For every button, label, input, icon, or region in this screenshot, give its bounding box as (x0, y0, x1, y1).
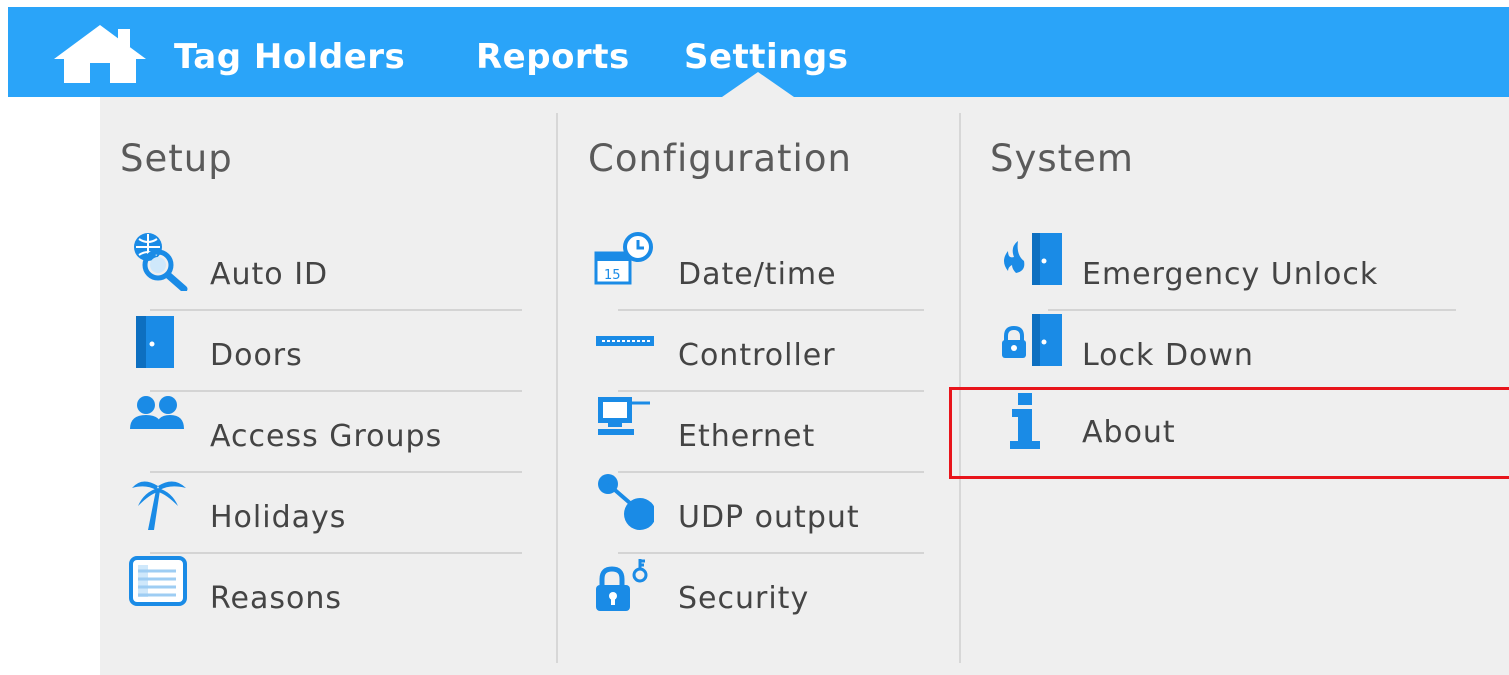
udp-output-icon (594, 474, 656, 534)
nav-tag-holders[interactable]: Tag Holders (174, 37, 405, 77)
menu-item-label: Holidays (210, 500, 347, 535)
item-divider (150, 552, 522, 554)
menu-item-doors[interactable]: Doors (128, 312, 528, 392)
nav-reports[interactable]: Reports (476, 37, 630, 77)
door-icon (128, 312, 188, 372)
item-divider (618, 552, 924, 554)
calendar-clock-icon: 15 (594, 231, 654, 291)
menu-item-security[interactable]: Security (594, 555, 934, 635)
system-heading: System (990, 137, 1134, 180)
menu-item-controller[interactable]: Controller (594, 312, 934, 392)
menu-item-label: Lock Down (1082, 338, 1254, 373)
emergency-unlock-icon (998, 231, 1062, 291)
menu-item-label: UDP output (678, 500, 860, 535)
item-divider (150, 309, 522, 311)
menu-item-udp-output[interactable]: UDP output (594, 474, 934, 554)
menu-item-label: Access Groups (210, 419, 443, 454)
menu-item-label: Security (678, 581, 810, 616)
menu-item-label: Doors (210, 338, 303, 373)
access-groups-icon (128, 393, 188, 453)
auto-id-icon (128, 231, 188, 293)
item-divider (618, 390, 924, 392)
item-divider (150, 471, 522, 473)
nav-settings[interactable]: Settings (684, 37, 849, 77)
lock-key-icon (594, 555, 654, 615)
menu-item-holidays[interactable]: Holidays (128, 474, 528, 554)
item-divider (150, 390, 522, 392)
lock-down-icon (998, 312, 1062, 372)
configuration-heading: Configuration (588, 137, 852, 180)
svg-text:15: 15 (604, 268, 621, 283)
menu-item-label: Controller (678, 338, 836, 373)
menu-item-label: Ethernet (678, 419, 816, 454)
about-highlight-box (949, 387, 1509, 479)
reasons-list-icon (128, 555, 188, 615)
menu-item-date-time[interactable]: 15 Date/time (594, 231, 934, 311)
menu-item-label: Date/time (678, 257, 837, 292)
column-divider (556, 113, 558, 663)
palm-tree-icon (128, 474, 188, 534)
menu-item-ethernet[interactable]: Ethernet (594, 393, 934, 473)
ethernet-icon (594, 393, 654, 453)
menu-item-label: Emergency Unlock (1082, 257, 1379, 292)
menu-item-reasons[interactable]: Reasons (128, 555, 528, 635)
item-divider (618, 309, 924, 311)
menu-item-label: Reasons (210, 581, 342, 616)
menu-item-label: Auto ID (210, 257, 329, 292)
menu-item-access-groups[interactable]: Access Groups (128, 393, 528, 473)
setup-heading: Setup (120, 137, 233, 180)
menu-item-emergency-unlock[interactable]: Emergency Unlock (998, 231, 1468, 311)
home-icon (54, 25, 146, 83)
item-divider (618, 471, 924, 473)
menu-item-auto-id[interactable]: Auto ID (128, 231, 528, 311)
menu-caret (722, 72, 794, 97)
home-button[interactable] (52, 23, 148, 85)
item-divider (1048, 309, 1456, 311)
menu-item-lock-down[interactable]: Lock Down (998, 312, 1468, 392)
settings-dropdown-panel: Setup Auto ID Doors Access Groups Holida… (100, 97, 1509, 675)
controller-icon (594, 312, 656, 372)
